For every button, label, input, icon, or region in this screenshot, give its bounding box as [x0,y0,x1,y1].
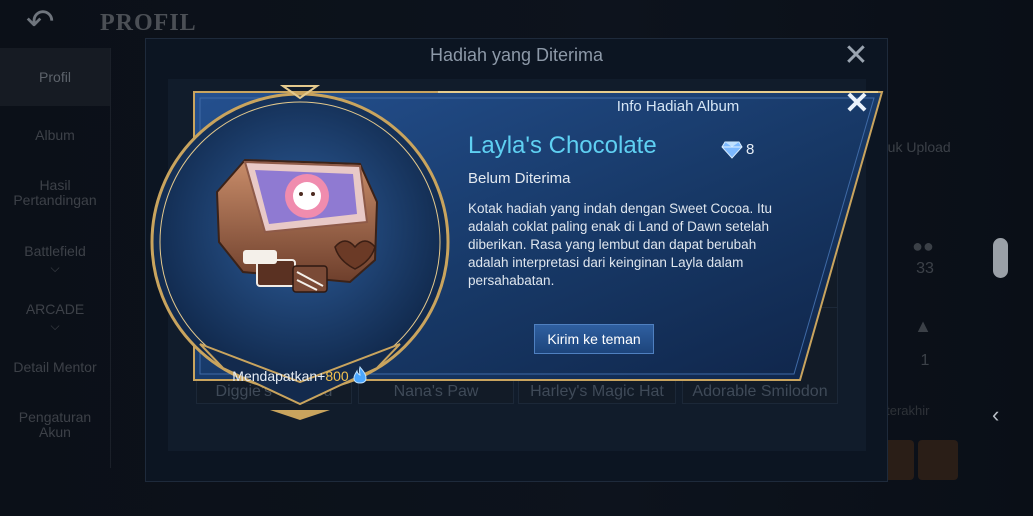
reward-value: 800 [325,368,349,384]
gem-count: 8 [746,141,755,158]
gift-status: Belum Diterima [468,170,571,187]
sidebar-item-profil[interactable]: Profil [0,48,110,106]
sidebar-item-arcade[interactable]: ARCADE ⌵ [0,280,110,338]
sidebar-item-label: Detail Mentor [13,358,97,375]
stat-value: 1 [920,352,930,369]
sidebar-item-album[interactable]: Album [0,106,110,164]
diamond-icon [721,141,743,159]
flame-icon [353,366,367,384]
reward-label: Mendapatkan+800 [202,366,398,384]
sidebar-item-label: Pengaturan Akun [18,409,92,440]
chevron-down-icon: ⌵ [50,261,60,275]
thumbs-up-icon: ▲ [914,316,932,336]
scrollbar-thumb[interactable] [993,238,1008,278]
page-title: PROFIL [100,10,197,36]
sidebar-item-label: ARCADE [25,300,85,317]
sidebar-item-label: Battlefield [24,242,86,259]
close-icon[interactable]: ✕ [844,89,870,119]
item-description: Kotak hadiah yang indah dengan Sweet Coc… [468,201,772,288]
back-arrow-icon[interactable]: ↶ [26,5,78,39]
sidebar-item-mentor[interactable]: Detail Mentor [0,338,110,396]
people-icon: ●● [912,236,934,256]
dialog-title: Hadiah yang Diterima [429,45,604,65]
reward-text: Mendapatkan+ [232,368,326,384]
sidebar: Profil Album Hasil Pertandingan Battlefi… [0,48,110,454]
sidebar-divider [110,48,111,468]
close-icon[interactable]: ✕ [843,41,869,71]
sidebar-item-label: Profil [39,68,71,85]
recent-thumbnail[interactable] [918,440,958,480]
sidebar-item-label: Album [35,126,75,143]
item-name: Layla's Chocolate [468,132,657,159]
sidebar-item-label: Hasil Pertandingan [13,177,97,208]
chevron-down-icon: ⌵ [50,319,60,333]
send-to-friend-button[interactable]: Kirim ke teman [534,324,654,354]
gift-card-label: Adorable Smilodon [692,383,828,400]
gift-card-label: Harley's Magic Hat [530,383,664,400]
chevron-left-icon[interactable]: ‹ [992,402,999,428]
sidebar-item-account-settings[interactable]: Pengaturan Akun [0,396,110,454]
sidebar-item-match-history[interactable]: Hasil Pertandingan [0,164,110,222]
sidebar-item-battlefield[interactable]: Battlefield ⌵ [0,222,110,280]
stat-value: 33 [916,260,934,277]
popup-title: Info Hadiah Album [616,98,740,115]
